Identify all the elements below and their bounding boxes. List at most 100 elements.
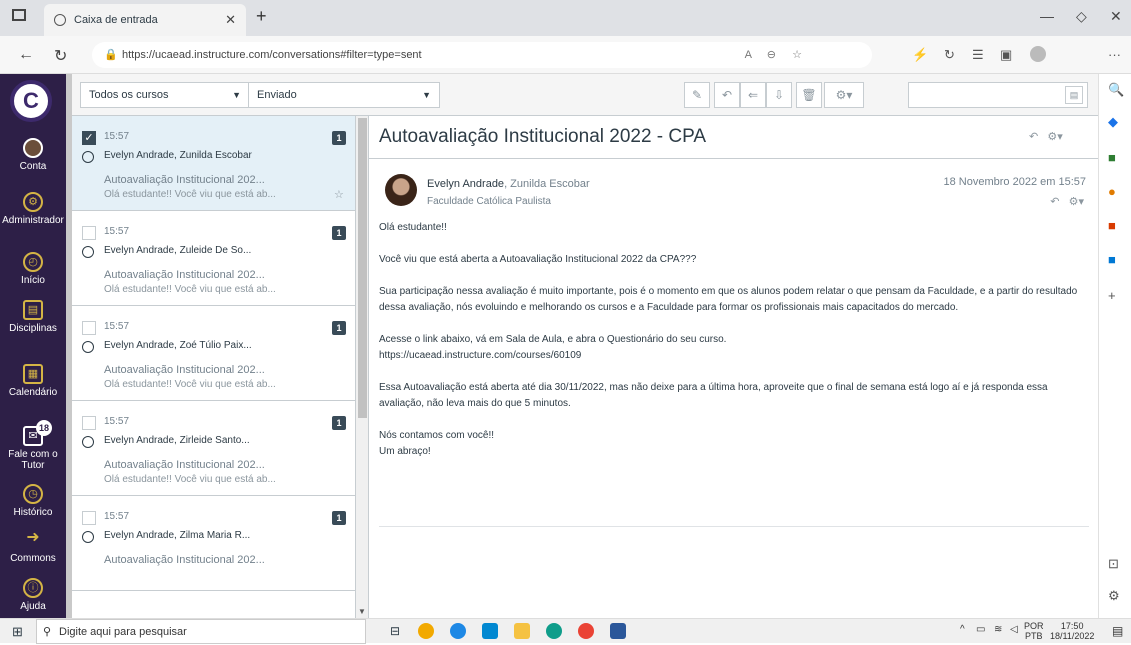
file-explorer-icon[interactable] xyxy=(514,623,530,639)
read-aloud-icon[interactable]: A xyxy=(745,42,752,68)
body-paragraph: Olá estudante!! xyxy=(379,222,447,233)
gear-icon[interactable]: ⚙ xyxy=(1108,588,1120,604)
nav-item-history[interactable]: ◷ Histórico xyxy=(0,484,66,518)
tray-volume-icon[interactable]: ◁ xyxy=(1010,624,1018,635)
task-view-icon[interactable]: ⊟ xyxy=(390,624,400,638)
message-participants: Evelyn Andrade, Zoé Túlio Paix... xyxy=(104,340,252,351)
edge-icon[interactable] xyxy=(546,623,562,639)
delete-button[interactable]: 🗑 xyxy=(796,82,822,108)
nav-item-admin[interactable]: ⚙ Administrador xyxy=(0,192,66,226)
settings-menu-button[interactable]: ⚙▾ xyxy=(824,82,864,108)
chrome-icon[interactable] xyxy=(578,623,594,639)
nav-item-courses[interactable]: ▤ Disciplinas xyxy=(0,300,66,334)
reply-button[interactable]: ↶ xyxy=(714,82,740,108)
nav-item-help[interactable]: ⓘ Ajuda xyxy=(0,578,66,612)
reply-all-button[interactable]: ⇐ xyxy=(740,82,766,108)
select-checkbox[interactable]: ✓ xyxy=(82,131,96,145)
close-window-button[interactable]: ✕ xyxy=(1110,8,1122,25)
tray-network-icon[interactable]: ▭ xyxy=(976,624,985,635)
sender-name[interactable]: Evelyn Andrade xyxy=(427,178,504,190)
favorites-icon[interactable]: ☰ xyxy=(972,47,984,63)
taskbar-search-input[interactable]: ⚲ Digite aqui para pesquisar xyxy=(36,619,366,644)
notification-icon[interactable]: ▤ xyxy=(1112,624,1123,638)
windows-start-icon[interactable]: ⊞ xyxy=(12,624,23,640)
tray-wifi-icon[interactable]: ≋ xyxy=(994,624,1002,635)
minimize-button[interactable]: — xyxy=(1040,8,1054,24)
tools-icon[interactable]: ■ xyxy=(1108,150,1116,165)
refresh-extension-icon[interactable]: ↻ xyxy=(944,47,955,63)
new-tab-button[interactable]: + xyxy=(256,6,267,27)
reply-icon[interactable]: ↶ xyxy=(1050,196,1059,208)
nav-item-calendar[interactable]: ▦ Calendário xyxy=(0,364,66,398)
gear-icon[interactable]: ⚙▾ xyxy=(1069,196,1084,208)
keyboard-language[interactable]: POR PTB xyxy=(1024,621,1044,641)
read-state-circle-icon[interactable] xyxy=(82,151,94,163)
message-subject: Autoavaliação Institucional 202... xyxy=(104,364,265,376)
read-state-circle-icon[interactable] xyxy=(82,531,94,543)
gear-icon[interactable]: ⚙▾ xyxy=(1047,131,1062,143)
read-state-circle-icon[interactable] xyxy=(82,246,94,258)
canvas-favicon-icon xyxy=(54,14,66,26)
chrome-icon[interactable] xyxy=(450,623,466,639)
skype-icon[interactable] xyxy=(482,623,498,639)
back-button[interactable]: ← xyxy=(18,46,34,64)
favorite-add-icon[interactable]: ☆ xyxy=(792,42,802,68)
select-checkbox[interactable] xyxy=(82,511,96,525)
hide-sidebar-icon[interactable]: ⊡ xyxy=(1108,556,1119,572)
course-link[interactable]: https://ucaead.instructure.com/courses/6… xyxy=(379,348,1089,364)
nav-item-inbox[interactable]: ✉ 18 Fale com o Tutor xyxy=(0,420,66,471)
zoom-icon[interactable]: ⊖ xyxy=(767,42,776,68)
read-state-circle-icon[interactable] xyxy=(82,436,94,448)
reply-icon[interactable]: ↶ xyxy=(1029,131,1038,143)
url-field[interactable]: 🔒 https://ucaead.instructure.com/convers… xyxy=(92,42,872,68)
address-book-icon[interactable]: ▤ xyxy=(1065,86,1083,104)
nav-item-commons[interactable]: ➜ Commons xyxy=(0,530,66,565)
select-checkbox[interactable] xyxy=(82,226,96,240)
app-icon[interactable] xyxy=(418,623,434,639)
nav-label: Administrador xyxy=(2,215,64,226)
list-scrollbar[interactable]: ▼ xyxy=(356,116,369,618)
sidebar-toggle-icon[interactable] xyxy=(12,9,26,21)
taskbar-clock[interactable]: 17:50 18/11/2022 xyxy=(1050,621,1094,641)
message-count-badge: 1 xyxy=(332,416,346,430)
word-icon[interactable] xyxy=(610,623,626,639)
more-menu-icon[interactable]: ··· xyxy=(1108,47,1121,62)
tray-chevron-icon[interactable]: ^ xyxy=(960,624,965,635)
course-filter-select[interactable]: Todos os cursos ▼ xyxy=(80,82,250,108)
select-checkbox[interactable] xyxy=(82,321,96,335)
reload-button[interactable]: ↻ xyxy=(54,46,67,66)
person-icon[interactable]: ● xyxy=(1108,184,1116,199)
message-subject: Autoavaliação Institucional 202... xyxy=(104,554,265,566)
scrollbar-thumb[interactable] xyxy=(358,118,367,418)
browser-tab[interactable]: Caixa de entrada ✕ xyxy=(44,4,246,36)
outlook-icon[interactable]: ■ xyxy=(1108,252,1116,267)
institution-logo[interactable]: C xyxy=(10,80,52,122)
close-tab-icon[interactable]: ✕ xyxy=(225,12,236,28)
scroll-down-icon[interactable]: ▼ xyxy=(358,607,366,616)
compose-button[interactable]: ✎ xyxy=(684,82,710,108)
archive-button[interactable]: ⇩ xyxy=(766,82,792,108)
read-state-circle-icon[interactable] xyxy=(82,341,94,353)
book-icon: ▤ xyxy=(23,300,43,320)
tag-icon[interactable]: ◆ xyxy=(1108,114,1118,130)
list-item[interactable]: 15:57 1 Evelyn Andrade, Zilma Maria R...… xyxy=(72,496,355,591)
search-recipient-input[interactable]: ▤ xyxy=(908,82,1088,108)
select-checkbox[interactable] xyxy=(82,416,96,430)
collections-icon[interactable]: ▣ xyxy=(1000,47,1012,63)
list-item[interactable]: ✓ 15:57 1 Evelyn Andrade, Zunilda Escoba… xyxy=(72,116,355,211)
extension-icon[interactable]: ⚡ xyxy=(912,47,928,63)
nav-item-account[interactable]: Conta xyxy=(0,138,66,172)
list-item[interactable]: 15:57 1 Evelyn Andrade, Zirleide Santo..… xyxy=(72,401,355,496)
unread-badge: 18 xyxy=(36,420,52,436)
star-icon[interactable]: ☆ xyxy=(334,188,344,201)
profile-avatar[interactable] xyxy=(1030,46,1046,62)
list-item[interactable]: 15:57 1 Evelyn Andrade, Zuleide De So...… xyxy=(72,211,355,306)
office-icon[interactable]: ■ xyxy=(1108,218,1116,233)
nav-item-home[interactable]: ◴ Início xyxy=(0,252,66,286)
sender-avatar[interactable] xyxy=(385,174,417,206)
restore-button[interactable]: ◇ xyxy=(1076,8,1087,25)
search-icon[interactable]: 🔍 xyxy=(1108,82,1124,98)
list-item[interactable]: 15:57 1 Evelyn Andrade, Zoé Túlio Paix..… xyxy=(72,306,355,401)
add-icon[interactable]: + xyxy=(1108,288,1116,303)
type-filter-select[interactable]: Enviado ▼ xyxy=(248,82,440,108)
